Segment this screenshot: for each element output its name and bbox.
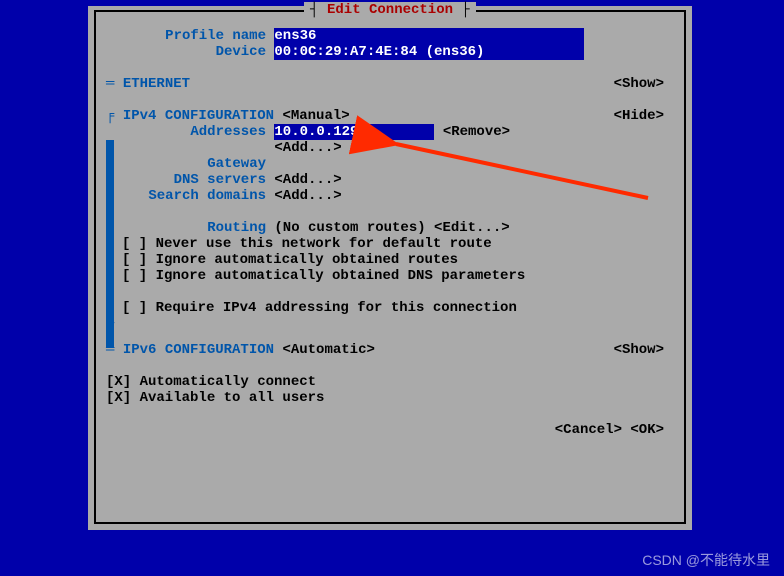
ethernet-show-button[interactable]: <Show> — [614, 76, 664, 92]
ipv4-checkbox-ignore-dns[interactable]: [ ] Ignore automatically obtained DNS pa… — [122, 268, 525, 284]
ipv6-marker: ═ — [106, 342, 123, 358]
routing-label: Routing — [106, 220, 266, 236]
addresses-add-button[interactable]: <Add...> — [274, 140, 341, 156]
search-domains-add-button[interactable]: <Add...> — [274, 188, 341, 204]
dialog-window: ┤ Edit Connection ├ Profile name ens36 D… — [88, 6, 692, 530]
autoconnect-checkbox[interactable]: [X] Automatically connect — [106, 374, 316, 390]
profile-name-label: Profile name — [106, 28, 266, 44]
ipv6-mode-select[interactable]: <Automatic> — [282, 342, 374, 358]
allusers-checkbox[interactable]: [X] Available to all users — [106, 390, 324, 406]
device-label: Device — [106, 44, 266, 60]
ethernet-header: ETHERNET — [123, 76, 190, 92]
ipv4-block-bar — [106, 140, 114, 348]
addresses-input[interactable]: 10.0.0.129 — [274, 124, 434, 140]
ipv4-marker: ╒ — [106, 108, 123, 124]
profile-name-input[interactable]: ens36 — [274, 28, 584, 44]
dns-label: DNS servers — [106, 172, 266, 188]
cancel-button[interactable]: <Cancel> — [555, 422, 622, 438]
ok-button[interactable]: <OK> — [630, 422, 664, 438]
dialog-title-wrap: ┤ Edit Connection ├ — [96, 2, 684, 18]
dialog-content: Profile name ens36 Device 00:0C:29:A7:4E… — [106, 24, 674, 512]
addresses-remove-button[interactable]: <Remove> — [443, 124, 510, 140]
ethernet-marker: ═ — [106, 76, 123, 92]
routing-edit-button[interactable]: <Edit...> — [434, 220, 510, 236]
watermark-text: CSDN @不能待水里 — [642, 552, 770, 568]
dns-add-button[interactable]: <Add...> — [274, 172, 341, 188]
ipv6-show-button[interactable]: <Show> — [614, 342, 664, 358]
ipv4-header: IPv4 CONFIGURATION — [123, 108, 274, 124]
ipv4-checkbox-default-route[interactable]: [ ] Never use this network for default r… — [122, 236, 492, 252]
search-domains-label: Search domains — [106, 188, 266, 204]
ipv4-checkbox-ignore-routes[interactable]: [ ] Ignore automatically obtained routes — [122, 252, 458, 268]
dialog-title: ┤ Edit Connection ├ — [304, 2, 476, 18]
dialog-buttons: <Cancel> <OK> — [555, 422, 664, 438]
addresses-label: Addresses — [106, 124, 266, 140]
dialog-frame: ┤ Edit Connection ├ Profile name ens36 D… — [94, 10, 686, 524]
gateway-label: Gateway — [106, 156, 266, 172]
device-input[interactable]: 00:0C:29:A7:4E:84 (ens36) — [274, 44, 584, 60]
ipv4-hide-button[interactable]: <Hide> — [614, 108, 664, 124]
ipv4-checkbox-require[interactable]: [ ] Require IPv4 addressing for this con… — [122, 300, 517, 316]
ipv4-mode-select[interactable]: <Manual> — [282, 108, 349, 124]
ipv6-header: IPv6 CONFIGURATION — [123, 342, 274, 358]
routing-value: (No custom routes) — [274, 220, 425, 236]
